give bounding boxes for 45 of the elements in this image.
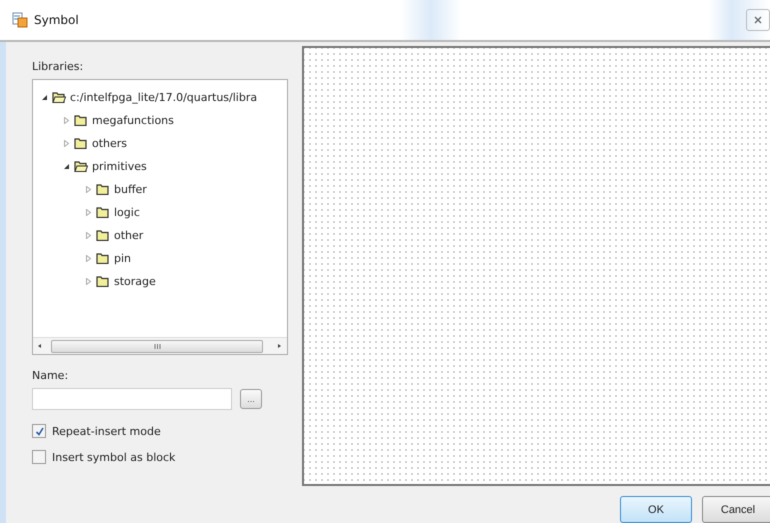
folder-icon	[96, 184, 110, 195]
cancel-button[interactable]: Cancel	[702, 496, 770, 523]
tree-item[interactable]: buffer	[114, 183, 147, 196]
collapsed-arrow-icon[interactable]	[85, 209, 92, 216]
tree-item[interactable]: megafunctions	[92, 114, 174, 127]
app-icon	[12, 12, 28, 28]
browse-button[interactable]: ...	[240, 389, 262, 409]
tree-item[interactable]: storage	[114, 275, 156, 288]
checkbox-label: Insert symbol as block	[52, 450, 176, 464]
close-icon	[754, 16, 762, 24]
collapsed-arrow-icon[interactable]	[63, 140, 70, 147]
folder-icon	[74, 115, 88, 126]
name-label: Name:	[32, 369, 70, 382]
collapsed-arrow-icon[interactable]	[85, 186, 92, 193]
collapsed-arrow-icon[interactable]	[85, 232, 92, 239]
scrollbar-thumb[interactable]	[51, 340, 263, 352]
grip-icon	[154, 344, 160, 348]
folder-icon	[96, 253, 110, 264]
collapsed-arrow-icon[interactable]	[85, 255, 92, 262]
collapsed-arrow-icon[interactable]	[63, 117, 70, 124]
checkbox[interactable]	[32, 450, 46, 464]
ok-button[interactable]: OK	[620, 496, 692, 523]
name-field[interactable]	[32, 388, 232, 410]
checkbox[interactable]	[32, 424, 46, 438]
tree-item[interactable]: pin	[114, 252, 132, 265]
checkbox-label: Repeat-insert mode	[52, 424, 161, 438]
libraries-label: Libraries:	[32, 60, 84, 73]
collapsed-arrow-icon[interactable]	[85, 278, 92, 285]
close-button[interactable]	[746, 9, 770, 31]
open-folder-icon	[52, 92, 66, 103]
tree-item[interactable]: other	[114, 229, 144, 242]
folder-icon	[96, 207, 110, 218]
horizontal-scrollbar[interactable]	[33, 337, 287, 354]
open-folder-icon	[74, 161, 88, 172]
check-icon	[34, 426, 44, 436]
window-title: Symbol	[34, 13, 80, 27]
folder-icon	[96, 230, 110, 241]
tree-item[interactable]: logic	[114, 206, 140, 219]
expanded-arrow-icon[interactable]	[63, 163, 70, 170]
expanded-arrow-icon[interactable]	[41, 94, 48, 101]
folder-icon	[74, 138, 88, 149]
tree-item[interactable]: c:/intelfpga_lite/17.0/quartus/libra	[70, 91, 258, 104]
tree-item[interactable]: primitives	[92, 160, 147, 173]
tree-item[interactable]: others	[92, 137, 128, 150]
folder-icon	[96, 276, 110, 287]
